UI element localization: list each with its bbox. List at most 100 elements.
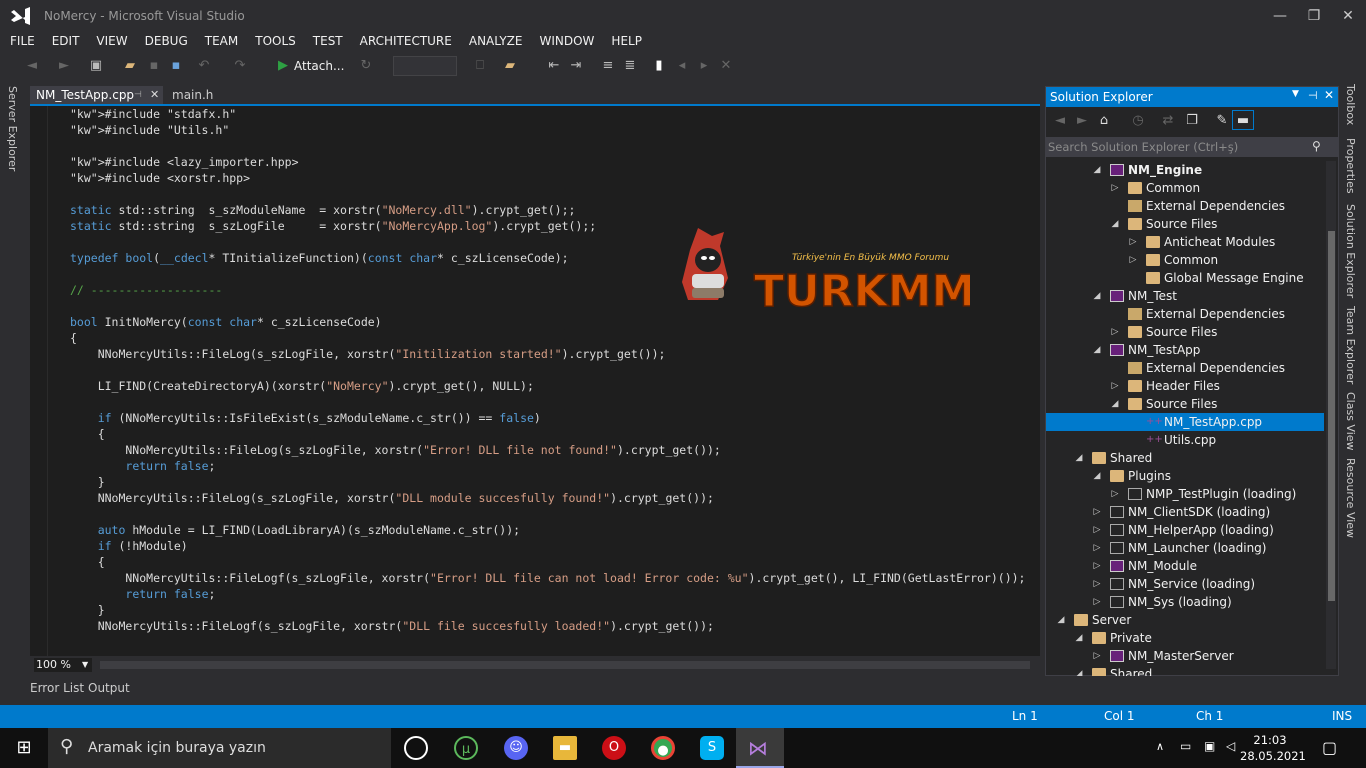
vertical-scrollbar[interactable] bbox=[1326, 161, 1336, 669]
expanded-arrow-icon[interactable]: ◢ bbox=[1074, 449, 1084, 467]
find-icon[interactable]: ⎕ bbox=[472, 56, 488, 76]
collapsed-arrow-icon[interactable]: ▷ bbox=[1092, 539, 1102, 557]
expanded-arrow-icon[interactable]: ◢ bbox=[1056, 611, 1066, 629]
new-project-icon[interactable]: ▣ bbox=[88, 56, 104, 76]
menu-debug[interactable]: DEBUG bbox=[136, 32, 196, 50]
tree-node[interactable]: ▷ NM_Module bbox=[1046, 557, 1324, 575]
restore-button[interactable]: ❐ bbox=[1296, 4, 1332, 28]
collapsed-arrow-icon[interactable]: ▷ bbox=[1092, 503, 1102, 521]
menu-architecture[interactable]: ARCHITECTURE bbox=[351, 32, 460, 50]
collapsed-arrow-icon[interactable]: ▷ bbox=[1110, 377, 1120, 395]
menu-team[interactable]: TEAM bbox=[196, 32, 246, 50]
tab-output[interactable]: Output bbox=[88, 680, 130, 696]
back-icon[interactable]: ◄ bbox=[1052, 111, 1068, 131]
tree-node[interactable]: ▷ NM_Sys (loading) bbox=[1046, 593, 1324, 611]
task-view-icon[interactable] bbox=[404, 736, 428, 760]
collapsed-arrow-icon[interactable]: ▷ bbox=[1092, 557, 1102, 575]
zoom-dropdown[interactable]: 100 % ▼ bbox=[34, 658, 92, 672]
pin-icon[interactable]: ⊣ bbox=[1308, 89, 1318, 102]
tree-node[interactable]: ++ NM_TestApp.cpp bbox=[1046, 413, 1324, 431]
tree-node[interactable]: ◢ Server bbox=[1046, 611, 1324, 629]
expanded-arrow-icon[interactable]: ◢ bbox=[1092, 341, 1102, 359]
horizontal-scrollbar[interactable] bbox=[100, 661, 1030, 669]
close-button[interactable]: ✕ bbox=[1330, 4, 1366, 28]
class-view-tab[interactable]: Class View bbox=[1344, 392, 1357, 451]
collapsed-arrow-icon[interactable]: ▷ bbox=[1092, 647, 1102, 665]
network-icon[interactable]: ▣ bbox=[1204, 739, 1215, 753]
visual-studio-taskbar-button[interactable]: ⋈ bbox=[736, 728, 784, 768]
tree-node[interactable]: External Dependencies bbox=[1046, 359, 1324, 377]
history-icon[interactable]: ◷ bbox=[1130, 111, 1146, 131]
play-icon[interactable]: ▶ bbox=[276, 56, 290, 76]
solution-search-box[interactable]: ⚲ bbox=[1046, 137, 1338, 157]
menu-help[interactable]: HELP bbox=[602, 32, 650, 50]
tree-node[interactable]: External Dependencies bbox=[1046, 197, 1324, 215]
expanded-arrow-icon[interactable]: ◢ bbox=[1092, 287, 1102, 305]
collapsed-arrow-icon[interactable]: ▷ bbox=[1128, 233, 1138, 251]
pin-icon[interactable]: ⊣ bbox=[134, 86, 142, 104]
expanded-arrow-icon[interactable]: ◢ bbox=[1074, 629, 1084, 647]
tree-node[interactable]: ++ Utils.cpp bbox=[1046, 431, 1324, 449]
toolbox-tab[interactable]: Toolbox bbox=[1344, 84, 1357, 125]
tree-node[interactable]: ◢ NM_TestApp bbox=[1046, 341, 1324, 359]
skype-icon[interactable]: S bbox=[700, 736, 724, 760]
properties-tab[interactable]: Properties bbox=[1344, 138, 1357, 194]
uncomment-icon[interactable]: ≣ bbox=[622, 56, 638, 76]
minimize-button[interactable]: — bbox=[1262, 4, 1298, 28]
back-icon[interactable]: ◄ bbox=[24, 56, 40, 76]
menu-tools[interactable]: TOOLS bbox=[246, 32, 304, 50]
properties-wrench-icon[interactable]: ✎ bbox=[1214, 111, 1230, 131]
tree-node[interactable]: ◢ Private bbox=[1046, 629, 1324, 647]
tree-node[interactable]: ◢ Plugins bbox=[1046, 467, 1324, 485]
server-explorer-tab[interactable]: Server Explorer bbox=[6, 86, 19, 171]
tree-node[interactable]: ▷ NM_Launcher (loading) bbox=[1046, 539, 1324, 557]
file-explorer-icon[interactable]: ▬ bbox=[553, 736, 577, 760]
refresh-icon[interactable]: ↻ bbox=[358, 56, 374, 76]
expanded-arrow-icon[interactable]: ◢ bbox=[1110, 215, 1120, 233]
tree-node[interactable]: ◢ Shared bbox=[1046, 449, 1324, 467]
system-clock[interactable]: 21:03 28.05.2021 bbox=[1240, 732, 1306, 764]
collapsed-arrow-icon[interactable]: ▷ bbox=[1092, 593, 1102, 611]
tree-node[interactable]: ◢ NM_Engine bbox=[1046, 161, 1324, 179]
tab-nm-testapp-cpp[interactable]: NM_TestApp.cpp ⊣ ✕ bbox=[30, 86, 163, 104]
tree-node[interactable]: ▷ Anticheat Modules bbox=[1046, 233, 1324, 251]
tree-node[interactable]: ◢ Source Files bbox=[1046, 395, 1324, 413]
expanded-arrow-icon[interactable]: ◢ bbox=[1074, 665, 1084, 676]
tree-node[interactable]: ▷ Common bbox=[1046, 251, 1324, 269]
collapsed-arrow-icon[interactable]: ▷ bbox=[1110, 485, 1120, 503]
home-icon[interactable]: ⌂ bbox=[1096, 111, 1112, 131]
collapsed-arrow-icon[interactable]: ▷ bbox=[1128, 251, 1138, 269]
code-editor[interactable]: "kw">#include "stdafx.h" "kw">#include "U… bbox=[30, 106, 1040, 656]
prev-bookmark-icon[interactable]: ◂ bbox=[674, 56, 690, 76]
tree-node[interactable]: ◢ Source Files bbox=[1046, 215, 1324, 233]
scrollbar-thumb[interactable] bbox=[1328, 231, 1335, 601]
menu-view[interactable]: VIEW bbox=[87, 32, 135, 50]
tree-node[interactable]: ◢ NM_Test bbox=[1046, 287, 1324, 305]
tab-main-h[interactable]: main.h bbox=[166, 86, 246, 104]
tab-error-list[interactable]: Error List bbox=[30, 680, 84, 696]
collapsed-arrow-icon[interactable]: ▷ bbox=[1092, 575, 1102, 593]
menu-test[interactable]: TEST bbox=[304, 32, 351, 50]
tree-node[interactable]: ▷ Header Files bbox=[1046, 377, 1324, 395]
tree-node[interactable]: ▷ NM_ClientSDK (loading) bbox=[1046, 503, 1324, 521]
notifications-icon[interactable]: ▢ bbox=[1322, 738, 1337, 757]
battery-icon[interactable]: ▭ bbox=[1180, 739, 1191, 753]
close-tab-icon[interactable]: ✕ bbox=[150, 86, 159, 104]
taskbar-search[interactable]: ⚲ Aramak için buraya yazın bbox=[48, 728, 391, 768]
undo-icon[interactable]: ↶ bbox=[196, 56, 212, 76]
redo-icon[interactable]: ↷ bbox=[232, 56, 248, 76]
tree-node[interactable]: ▷ Common bbox=[1046, 179, 1324, 197]
windows-start-icon[interactable]: ⊞ bbox=[0, 728, 48, 768]
collapsed-arrow-icon[interactable]: ▷ bbox=[1110, 323, 1120, 341]
tree-node[interactable]: ▷ NMP_TestPlugin (loading) bbox=[1046, 485, 1324, 503]
team-explorer-tab[interactable]: Team Explorer bbox=[1344, 306, 1357, 384]
collapsed-arrow-icon[interactable]: ▷ bbox=[1092, 521, 1102, 539]
menu-analyze[interactable]: ANALYZE bbox=[460, 32, 531, 50]
save-icon[interactable]: ▪ bbox=[146, 56, 162, 76]
save-all-icon[interactable]: ▪ bbox=[168, 56, 184, 76]
search-icon[interactable]: ⚲ bbox=[1312, 139, 1321, 153]
sync-icon[interactable]: ⇄ bbox=[1160, 111, 1176, 131]
expanded-arrow-icon[interactable]: ◢ bbox=[1092, 161, 1102, 179]
outdent-icon[interactable]: ⇥ bbox=[568, 56, 584, 76]
resource-view-tab[interactable]: Resource View bbox=[1344, 458, 1357, 538]
